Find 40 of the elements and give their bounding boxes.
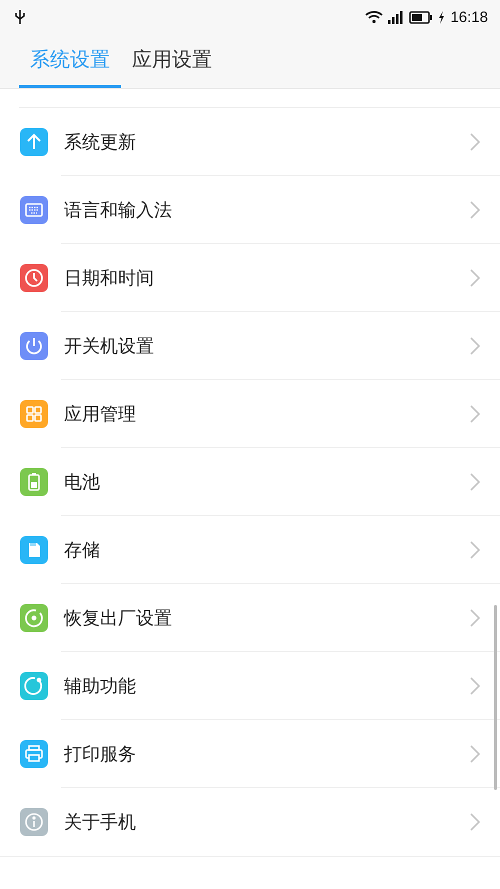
item-label: 语言和输入法: [64, 199, 173, 222]
item-label: 打印服务: [64, 743, 137, 766]
battery-icon: [409, 10, 434, 24]
settings-item[interactable]: 应用管理: [0, 380, 500, 448]
chevron-icon: [470, 677, 480, 695]
settings-item[interactable]: 语言和输入法: [0, 176, 500, 244]
chevron-icon: [470, 133, 480, 151]
item-label: 应用管理: [64, 403, 137, 426]
chevron-icon: [470, 745, 480, 763]
status-time: 16:18: [450, 8, 488, 26]
settings-item[interactable]: 恢复出厂设置: [0, 584, 500, 652]
chevron-icon: [470, 201, 480, 219]
chevron-icon: [470, 541, 480, 559]
settings-item[interactable]: 开关机设置: [0, 312, 500, 380]
settings-item[interactable]: 关于手机: [0, 788, 500, 857]
item-label: 日期和时间: [64, 267, 155, 290]
settings-item[interactable]: 电池: [0, 448, 500, 516]
usb-icon: [14, 9, 26, 25]
signal-icon: [388, 10, 404, 24]
charging-icon: [438, 10, 446, 24]
settings-item[interactable]: 日期和时间: [0, 244, 500, 312]
item-label: 电池: [64, 471, 101, 494]
chevron-icon: [470, 337, 480, 355]
item-label: 存储: [64, 539, 101, 562]
settings-item[interactable]: 辅助功能: [0, 652, 500, 720]
item-label: 系统更新: [64, 131, 137, 154]
settings-item[interactable]: 系统更新: [0, 108, 500, 176]
item-label: 关于手机: [64, 811, 137, 834]
item-label: 恢复出厂设置: [64, 607, 173, 630]
wifi-icon: [365, 10, 384, 24]
chevron-icon: [470, 473, 480, 491]
chevron-icon: [470, 405, 480, 423]
settings-item[interactable]: 存储: [0, 516, 500, 584]
tab[interactable]: 应用设置: [121, 34, 223, 88]
chevron-icon: [470, 269, 480, 287]
item-label: 开关机设置: [64, 335, 155, 358]
item-label: 辅助功能: [64, 675, 137, 698]
chevron-icon: [470, 813, 480, 831]
settings-item[interactable]: 打印服务: [0, 720, 500, 788]
chevron-icon: [470, 609, 480, 627]
